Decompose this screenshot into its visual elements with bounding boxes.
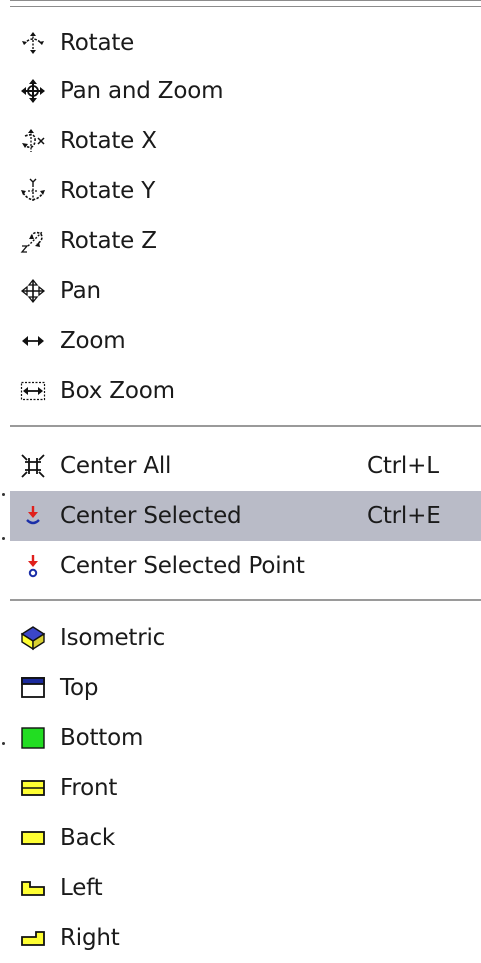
center-selected-point-icon: [20, 553, 46, 579]
menu-item-center-selected[interactable]: Center Selected Ctrl+E: [10, 491, 481, 541]
menu-item-label: Center Selected: [60, 503, 242, 529]
menu-item-zoom[interactable]: Zoom: [10, 316, 481, 366]
menu-item-rotate-y[interactable]: Rotate Y: [10, 166, 481, 216]
center-selected-icon: [20, 503, 46, 529]
menu-item-label: Rotate X: [60, 128, 157, 154]
pan-zoom-icon: [20, 78, 46, 104]
menu-item-center-selected-point[interactable]: Center Selected Point: [10, 541, 481, 591]
front-view-icon: [20, 775, 46, 801]
menu-item-label: Rotate Z: [60, 228, 157, 254]
view-context-menu: Rotate Pan and Zoom Rotate X Rotate Y Ro…: [0, 0, 481, 963]
box-zoom-icon: [20, 378, 46, 404]
menu-item-label: Rotate: [60, 30, 135, 56]
menu-item-label: Zoom: [60, 328, 126, 354]
side-marker: [2, 493, 5, 496]
menu-item-rotate-z[interactable]: Rotate Z: [10, 216, 481, 266]
left-view-icon: [20, 875, 46, 901]
top-view-icon: [20, 675, 46, 701]
menu-item-rotate-x[interactable]: Rotate X: [10, 116, 481, 166]
menu-item-center-all[interactable]: Center All Ctrl+L: [10, 441, 481, 491]
isometric-icon: [20, 625, 46, 651]
menu-item-bottom[interactable]: Bottom: [10, 713, 481, 763]
menu-separator: [10, 425, 481, 427]
menu-item-box-zoom[interactable]: Box Zoom: [10, 366, 481, 416]
menu-item-label: Left: [60, 875, 103, 901]
right-view-icon: [20, 925, 46, 951]
menu-item-front[interactable]: Front: [10, 763, 481, 813]
menu-item-pan-and-zoom[interactable]: Pan and Zoom: [10, 66, 481, 116]
menu-item-shortcut: Ctrl+E: [367, 503, 441, 529]
menu-item-label: Center Selected Point: [60, 553, 305, 579]
menu-item-isometric[interactable]: Isometric: [10, 613, 481, 663]
menu-item-top[interactable]: Top: [10, 663, 481, 713]
menu-item-label: Right: [60, 925, 120, 951]
menu-item-label: Rotate Y: [60, 178, 156, 204]
menu-item-shortcut: Ctrl+L: [367, 453, 439, 479]
menu-item-label: Back: [60, 825, 116, 851]
back-view-icon: [20, 825, 46, 851]
menu-item-pan[interactable]: Pan: [10, 266, 481, 316]
menu-item-label: Top: [60, 675, 99, 701]
menu-item-label: Pan: [60, 278, 101, 304]
menu-separator: [10, 599, 481, 601]
menu-item-left[interactable]: Left: [10, 863, 481, 913]
zoom-icon: [20, 328, 46, 354]
pan-icon: [20, 278, 46, 304]
bottom-view-icon: [20, 725, 46, 751]
rotate-x-icon: [20, 128, 46, 154]
menu-item-label: Bottom: [60, 725, 144, 751]
rotate-z-icon: [20, 228, 46, 254]
side-marker: [2, 537, 5, 540]
menu-item-back[interactable]: Back: [10, 813, 481, 863]
menu-top-border: [10, 0, 481, 7]
rotate-icon: [20, 30, 46, 56]
menu-item-label: Front: [60, 775, 118, 801]
menu-item-label: Center All: [60, 453, 172, 479]
menu-item-label: Isometric: [60, 625, 166, 651]
menu-item-right[interactable]: Right: [10, 913, 481, 963]
menu-item-label: Pan and Zoom: [60, 78, 224, 104]
menu-item-label: Box Zoom: [60, 378, 175, 404]
center-all-icon: [20, 453, 46, 479]
menu-item-rotate[interactable]: Rotate: [10, 18, 481, 68]
rotate-y-icon: [20, 178, 46, 204]
side-marker: [2, 742, 5, 745]
